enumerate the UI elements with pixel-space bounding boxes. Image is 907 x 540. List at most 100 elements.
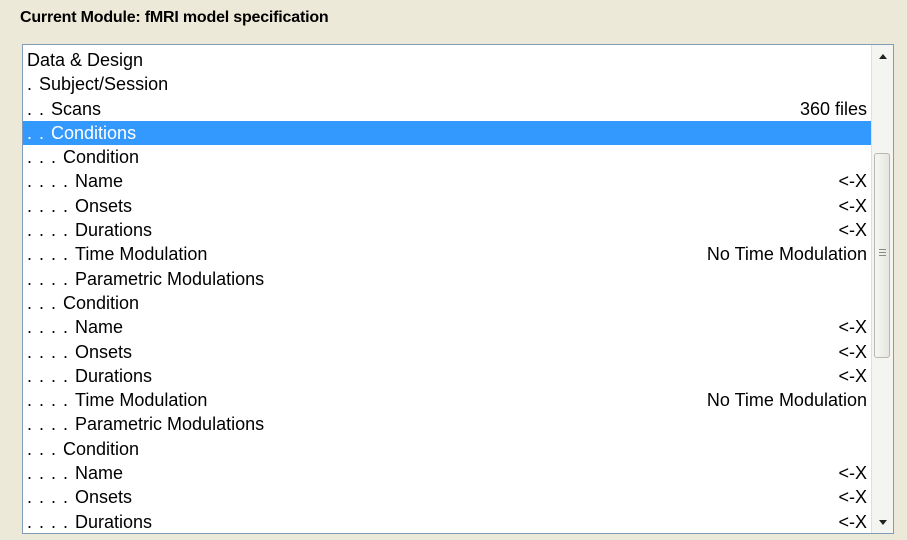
tree-item-text: Scans — [51, 98, 102, 119]
tree-row-label: . . Conditions — [27, 121, 136, 145]
tree-item-value: <-X — [838, 463, 867, 484]
tree-item-value: <-X — [838, 365, 867, 386]
tree-row-label: . . . . Name — [27, 169, 123, 193]
tree-indent-dots: . . . — [27, 147, 64, 168]
tree-indent-dots: . . . . — [27, 511, 76, 532]
tree-row-label: . . Scans — [27, 97, 101, 121]
tree-item-value: <-X — [838, 171, 867, 192]
tree-row-label: . . . Condition — [27, 437, 139, 461]
tree-row-selected[interactable]: . . Conditions — [23, 120, 871, 146]
tree-item-value: <-X — [838, 317, 867, 338]
tree-indent-dots: . . — [27, 98, 52, 119]
tree-indent-dots: . . — [27, 122, 52, 143]
tree-item-value: <-X — [838, 195, 867, 216]
tree-indent-dots: . . . — [27, 292, 64, 313]
tree-indent-dots: . . . . — [27, 317, 76, 338]
tree-row-label: . . . Condition — [27, 145, 139, 169]
tree-item-text: Name — [75, 317, 124, 338]
tree-row[interactable]: . . . . Parametric Modulations — [23, 412, 871, 436]
tree-item-text: Subject/Session — [39, 74, 169, 95]
tree-indent-dots: . . . . — [27, 463, 76, 484]
tree-item-value: <-X — [838, 511, 867, 532]
tree-item-value: <-X — [838, 341, 867, 362]
tree-row[interactable]: . . . . Onsets <-X — [23, 340, 871, 364]
tree-row-label: . . . . Onsets — [27, 340, 132, 364]
tree-item-text: Durations — [75, 365, 153, 386]
tree-row-label: . . . . Durations — [27, 218, 152, 242]
tree-row-label: . . . . Parametric Modulations — [27, 412, 264, 436]
tree-row-label: . . . . Durations — [27, 364, 152, 388]
tree-item-text: Time Modulation — [75, 390, 208, 411]
tree-item-value: No Time Modulation — [706, 390, 867, 411]
scroll-down-button[interactable] — [872, 511, 893, 533]
tree-indent-dots: . . . . — [27, 487, 76, 508]
tree-item-text: Name — [75, 171, 124, 192]
tree-indent-dots: . . . . — [27, 341, 76, 362]
tree-row-label: . . . . Durations — [27, 510, 153, 533]
tree-item-text: Name — [75, 463, 124, 484]
arrow-down-icon — [878, 519, 887, 525]
tree-indent-dots: . . . . — [27, 220, 76, 241]
tree-indent-dots: . . . . — [27, 365, 76, 386]
tree-indent-dots: . — [27, 74, 40, 95]
tree-item-text: Onsets — [75, 195, 133, 216]
tree-row-label: . . . Condition — [27, 291, 139, 315]
tree-item-value: No Time Modulation — [706, 244, 867, 265]
module-title: Current Module: fMRI model specification — [20, 9, 329, 26]
tree-indent-dots: . . . — [27, 438, 64, 459]
tree-row-label: . . . . Time Modulation — [27, 388, 207, 412]
tree-row[interactable]: . . . . Time Modulation No Time Modulatio… — [23, 242, 871, 266]
tree-indent-dots: . . . . — [27, 195, 76, 216]
tree-item-text: Onsets — [75, 487, 133, 508]
tree-item-text: Durations — [75, 220, 153, 241]
vertical-scrollbar[interactable] — [871, 45, 893, 533]
tree-item-value: <-X — [838, 487, 867, 508]
tree-item-value: 360 files — [799, 98, 867, 119]
tree-row[interactable]: . . . . Parametric Modulations — [23, 267, 871, 291]
tree-row-label: . Subject/Session — [27, 72, 168, 96]
tree-row[interactable]: . . . . Time Modulation No Time Modulatio… — [23, 388, 871, 412]
tree-row-label: . . . . Time Modulation — [27, 242, 207, 266]
tree-indent-dots: . . . . — [27, 244, 76, 265]
tree-row[interactable]: . . . . Durations <-X — [23, 218, 871, 242]
tree-item-text: Time Modulation — [75, 244, 208, 265]
tree-row-label: . . . . Parametric Modulations — [27, 267, 264, 291]
scroll-up-button[interactable] — [872, 45, 893, 67]
tree-item-text: Conditions — [51, 122, 137, 143]
tree-row-label: . . . . Name — [27, 315, 123, 339]
tree-row-label: . . . . Onsets — [27, 194, 132, 218]
arrow-up-icon — [878, 53, 887, 59]
tree-row[interactable]: . . . . Name <-X — [23, 169, 871, 193]
tree-indent-dots: . . . . — [27, 268, 76, 289]
tree-row[interactable]: . . . . Onsets <-X — [23, 485, 871, 509]
tree-item-value: <-X — [838, 220, 867, 241]
tree-row[interactable]: . . . . Durations <-X — [23, 364, 871, 388]
tree-item-text: Durations — [75, 511, 153, 532]
tree-indent-dots: . . . . — [27, 414, 76, 435]
tree-row[interactable]: . . . Condition — [23, 291, 871, 315]
tree-indent-dots: . . . . — [27, 171, 76, 192]
tree-row[interactable]: . . . . Durations <-X — [23, 510, 871, 533]
tree-row-label: . . . . Onsets — [27, 485, 132, 509]
tree-row-label: Data & Design — [27, 48, 143, 72]
tree-row[interactable]: . . . . Name <-X — [23, 315, 871, 339]
scroll-thumb[interactable] — [874, 153, 890, 358]
tree-row[interactable]: . Subject/Session — [23, 72, 871, 96]
batch-tree-list[interactable]: Data & Design. Subject/Session. . Scans 3… — [22, 44, 894, 534]
tree-row[interactable]: Data & Design — [23, 48, 871, 72]
tree-row[interactable]: . . . Condition — [23, 437, 871, 461]
tree-item-text: Condition — [63, 292, 140, 313]
tree-item-text: Condition — [63, 147, 140, 168]
tree-item-text: Data & Design — [27, 50, 144, 70]
tree-item-text: Parametric Modulations — [75, 414, 265, 435]
tree-item-text: Onsets — [75, 341, 133, 362]
tree-row[interactable]: . . . Condition — [23, 145, 871, 169]
tree-indent-dots: . . . . — [27, 390, 76, 411]
module-panel: Current Module: fMRI model specification… — [0, 0, 907, 540]
tree-row[interactable]: . . . . Name <-X — [23, 461, 871, 485]
tree-item-text: Parametric Modulations — [75, 268, 265, 289]
tree-row[interactable]: . . . . Onsets <-X — [23, 194, 871, 218]
tree-row-label: . . . . Name — [27, 461, 123, 485]
tree-row[interactable]: . . Scans 360 files — [23, 97, 871, 121]
tree-item-text: Condition — [63, 438, 140, 459]
